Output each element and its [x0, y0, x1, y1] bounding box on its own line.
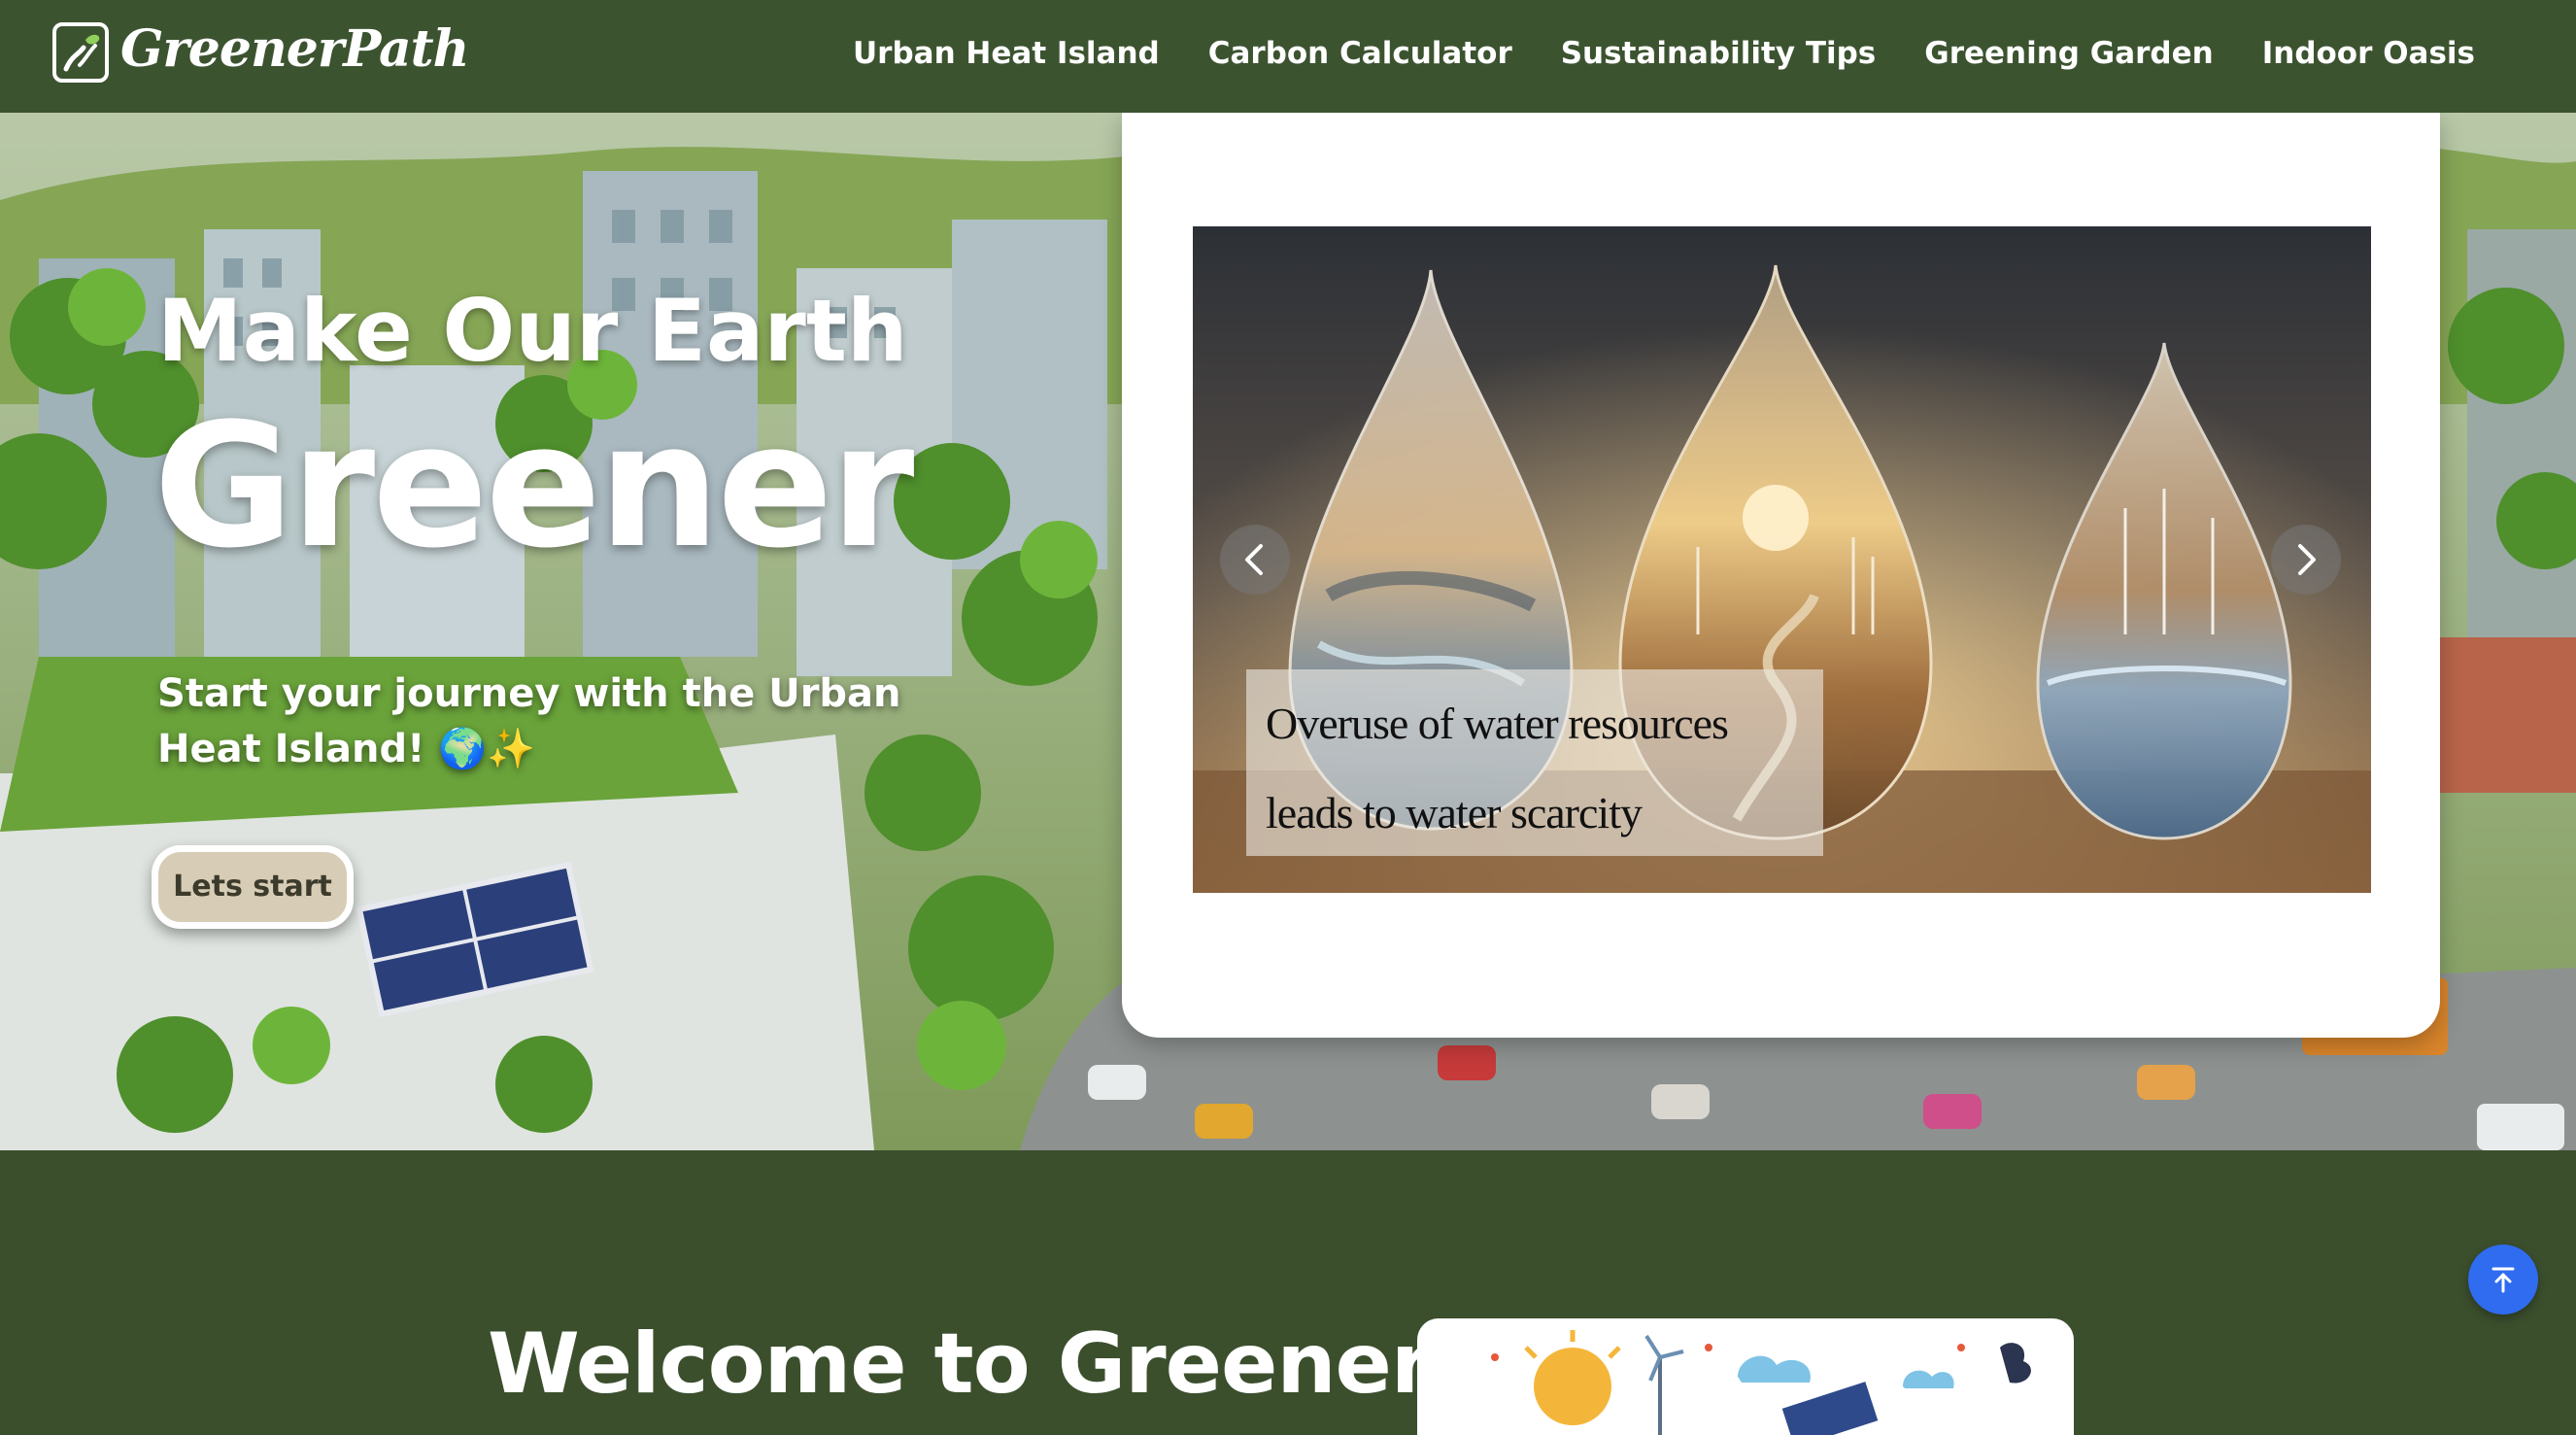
- main-nav: Urban Heat Island Carbon Calculator Sust…: [853, 29, 2475, 78]
- carousel-slide[interactable]: Overuse of water resources leads to wate…: [1193, 226, 2371, 893]
- hero-section: Make Our Earth Greener Start your journe…: [0, 113, 2576, 1150]
- hero-headline: Greener: [153, 387, 914, 586]
- welcome-title: Welcome to Greener: [488, 1315, 1432, 1413]
- nav-link-urban-heat-island[interactable]: Urban Heat Island: [853, 29, 1160, 78]
- carousel-caption-text: Overuse of water resources leads to wate…: [1266, 699, 1729, 837]
- greenerpath-logo-icon[interactable]: [52, 22, 109, 83]
- welcome-section: Welcome to Greener: [0, 1150, 2576, 1435]
- nav-link-sustainability-tips[interactable]: Sustainability Tips: [1561, 29, 1877, 78]
- welcome-illustration-card: [1417, 1318, 2074, 1435]
- nav-link-greening-garden[interactable]: Greening Garden: [1924, 29, 2213, 78]
- carousel-prev-button[interactable]: [1220, 525, 1290, 595]
- lets-start-button[interactable]: Lets start: [152, 845, 354, 929]
- carousel-next-button[interactable]: [2271, 525, 2341, 595]
- arrow-up-to-top-icon: [2491, 1267, 2515, 1293]
- sustainability-illustration: [1491, 1330, 2031, 1435]
- carousel-caption: Overuse of water resources leads to wate…: [1246, 669, 1823, 856]
- chevron-left-icon: [1245, 544, 1263, 575]
- brand-name[interactable]: GreenerPath: [120, 16, 469, 84]
- scroll-to-top-button[interactable]: [2468, 1245, 2538, 1315]
- top-navbar: GreenerPath Urban Heat Island Carbon Cal…: [0, 0, 2576, 113]
- hero-subtitle: Start your journey with the Urban Heat I…: [157, 671, 901, 771]
- carousel-card: Overuse of water resources leads to wate…: [1122, 113, 2440, 1038]
- chevron-right-icon: [2298, 544, 2316, 575]
- hero-title: Make Our Earth: [157, 281, 908, 381]
- nav-link-indoor-oasis[interactable]: Indoor Oasis: [2262, 29, 2475, 78]
- nav-link-carbon-calculator[interactable]: Carbon Calculator: [1208, 29, 1512, 78]
